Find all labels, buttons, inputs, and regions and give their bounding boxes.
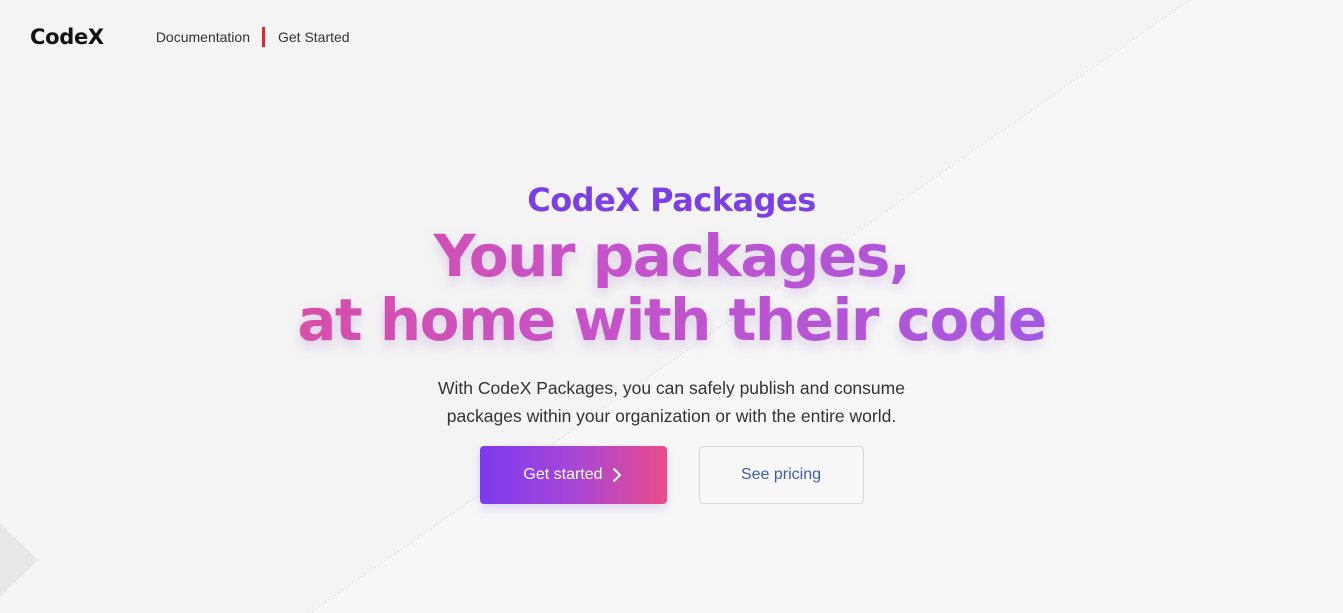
see-pricing-button[interactable]: See pricing xyxy=(698,446,864,504)
get-started-label: Get started xyxy=(523,466,603,483)
get-started-button[interactable]: Get started xyxy=(479,446,667,504)
hero-actions: Get started See pricing xyxy=(0,446,1343,504)
top-nav: CodeX Documentation Get Started xyxy=(30,22,1313,52)
nav-links: Documentation Get Started xyxy=(156,27,350,47)
hero-headline: Your packages, at home with their code xyxy=(0,224,1343,352)
hero-headline-line-2: at home with their code xyxy=(297,286,1046,354)
landing-page: CodeX Documentation Get Started CodeX Pa… xyxy=(0,0,1343,613)
logo[interactable]: CodeX xyxy=(30,25,104,49)
nav-separator xyxy=(261,27,265,47)
hero-subtitle: With CodeX Packages, you can safely publ… xyxy=(438,378,905,426)
hero-headline-line-1: Your packages, xyxy=(433,222,910,290)
decorative-corner-shape xyxy=(0,523,38,597)
hero-section: CodeX Packages Your packages, at home wi… xyxy=(0,178,1343,504)
hero-eyebrow: CodeX Packages xyxy=(527,181,816,219)
chevron-right-icon xyxy=(612,468,621,482)
nav-link-documentation[interactable]: Documentation xyxy=(156,29,250,45)
nav-link-get-started[interactable]: Get Started xyxy=(278,29,350,45)
